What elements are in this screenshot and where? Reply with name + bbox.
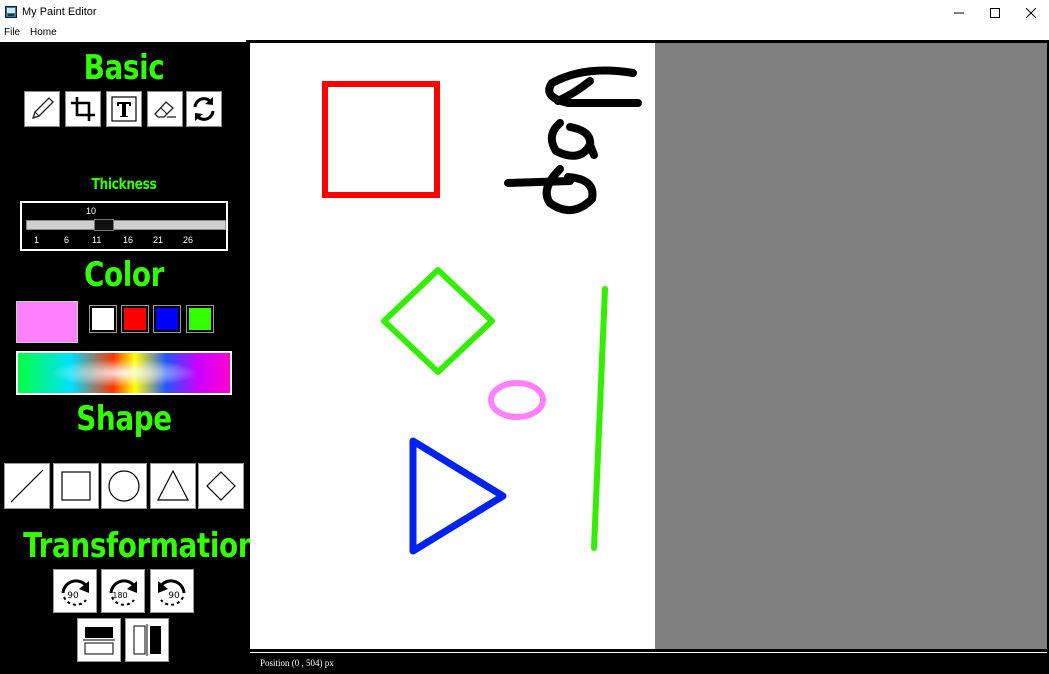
refresh-tool-button[interactable]	[186, 91, 222, 127]
slider-track[interactable]	[26, 220, 226, 230]
drawing-canvas[interactable]	[250, 43, 655, 649]
ellipse-shape-button[interactable]	[101, 463, 147, 509]
green-diamond-shape	[381, 267, 495, 375]
rotate-label: 90	[168, 591, 180, 601]
flip-vertical-icon	[83, 627, 115, 655]
diamond-shape-button[interactable]	[198, 463, 244, 509]
triangle-icon	[157, 469, 189, 501]
red-rectangle-shape	[322, 81, 440, 198]
thickness-slider[interactable]: 10 1 6 11 16 21 26	[20, 201, 228, 251]
swatch-green[interactable]	[186, 305, 214, 333]
title-bar: My Paint Editor	[0, 0, 1049, 26]
text-tool-button[interactable]	[106, 91, 142, 127]
maximize-icon	[990, 8, 1000, 18]
menu-file[interactable]: File	[4, 27, 20, 38]
flip-horizontal-button[interactable]	[125, 618, 169, 662]
slider-thumb[interactable]	[93, 219, 114, 231]
app-icon	[5, 6, 17, 18]
current-color-preview	[16, 301, 78, 343]
tick-label: 11	[92, 235, 102, 245]
canvas-drawing	[322, 66, 642, 555]
diamond-icon	[206, 471, 236, 501]
maximize-button[interactable]	[976, 0, 1014, 26]
rotate-label: 90	[67, 591, 79, 601]
green-line-shape	[591, 286, 608, 551]
line-icon	[10, 469, 44, 503]
eraser-tool-button[interactable]	[147, 91, 183, 127]
rotate-180-button[interactable]: 180	[101, 569, 145, 613]
circle-icon	[108, 470, 140, 502]
tool-sidebar: Basic Thickness 10 1 6 11 16 21 26 Color…	[0, 42, 258, 674]
flip-horizontal-icon	[133, 624, 161, 656]
tick-label: 21	[153, 235, 164, 245]
tick-label: 16	[123, 235, 134, 245]
shape-section-title: Shape	[76, 399, 172, 439]
rotate-left-90-button[interactable]: 90	[150, 569, 194, 613]
canvas-background-area	[655, 43, 1047, 649]
rotate-right-90-button[interactable]: 90	[53, 569, 97, 613]
refresh-icon	[193, 97, 215, 121]
swatch-blue[interactable]	[153, 305, 181, 333]
transformation-section-title: Transformation	[23, 526, 258, 566]
crop-tool-button[interactable]	[65, 91, 101, 127]
rotate-right-90-icon: 90	[61, 579, 89, 606]
eraser-icon	[154, 101, 176, 118]
line-shape-button[interactable]	[4, 463, 50, 509]
blue-triangle-shape	[409, 437, 507, 555]
close-icon	[1026, 8, 1036, 18]
color-section-title: Color	[83, 255, 165, 295]
crop-icon	[71, 97, 95, 121]
minimize-icon	[954, 12, 964, 14]
pink-ellipse-shape	[488, 380, 546, 420]
swatch-red[interactable]	[121, 305, 149, 333]
minimize-button[interactable]	[940, 0, 978, 26]
rectangle-icon	[61, 471, 91, 501]
pencil-icon	[31, 97, 54, 120]
flip-vertical-button[interactable]	[77, 618, 121, 662]
swatch-white[interactable]	[89, 305, 117, 333]
pencil-tool-button[interactable]	[24, 91, 60, 127]
freehand-drawing	[504, 66, 642, 214]
basic-section-title: Basic	[83, 48, 165, 88]
rotate-left-90-icon: 90	[158, 579, 186, 606]
rectangle-shape-button[interactable]	[53, 463, 99, 509]
rotate-label: 180	[112, 591, 127, 600]
text-icon	[111, 96, 137, 122]
triangle-shape-button[interactable]	[150, 463, 196, 509]
thickness-value: 10	[86, 206, 97, 216]
spectrum-graphic	[18, 353, 230, 393]
rotate-180-icon: 180	[109, 579, 137, 606]
tick-label: 26	[183, 235, 194, 245]
status-bar: Position (0 , 504) px	[250, 652, 1047, 672]
window-title: My Paint Editor	[22, 6, 97, 18]
menu-bar: File Home	[0, 26, 1049, 40]
cursor-position: Position (0 , 504) px	[260, 658, 334, 668]
tick-label: 6	[64, 235, 70, 245]
close-button[interactable]	[1012, 0, 1049, 26]
menu-home[interactable]: Home	[30, 27, 57, 38]
color-spectrum-palette[interactable]	[16, 351, 232, 395]
thickness-section-title: Thickness	[91, 175, 157, 193]
tick-label: 1	[34, 235, 40, 245]
